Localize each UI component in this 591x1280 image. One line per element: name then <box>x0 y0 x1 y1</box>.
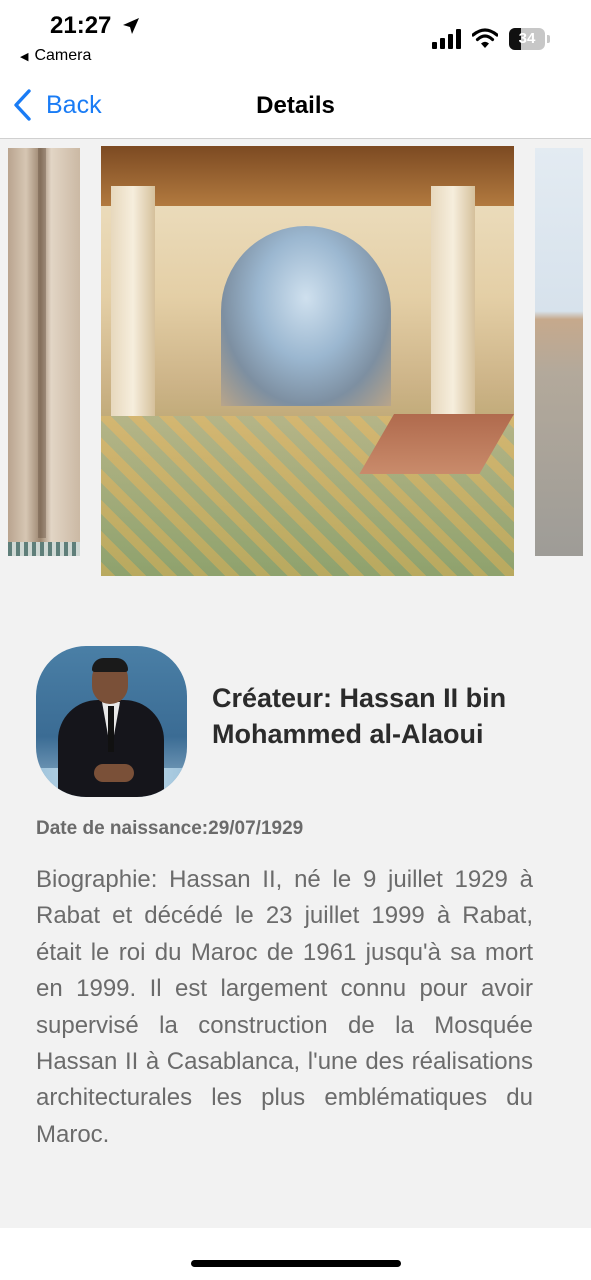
image-carousel[interactable] <box>0 139 591 589</box>
status-bar: 21:27 ◀ Camera 34 <box>0 0 591 72</box>
creator-name: Créateur: Hassan II bin Mohammed al-Alao… <box>212 683 507 749</box>
signal-icon <box>432 29 461 49</box>
status-time: 21:27 <box>50 12 112 39</box>
return-to-app-link[interactable]: ◀ Camera <box>20 47 91 65</box>
biography-text: Biographie: Hassan II, né le 9 juillet 1… <box>36 866 533 1148</box>
back-triangle-icon: ◀ <box>20 51 29 63</box>
return-app-label: Camera <box>34 47 92 64</box>
battery-percent: 34 <box>518 30 536 47</box>
creator-avatar <box>36 646 187 797</box>
navigation-bar: Back Details <box>0 72 591 139</box>
carousel-image-current[interactable] <box>101 146 514 576</box>
bottom-bar <box>0 1228 591 1280</box>
page-title: Details <box>256 92 335 119</box>
location-arrow-icon <box>123 18 139 34</box>
wifi-icon <box>472 28 498 48</box>
birth-date: Date de naissance:29/07/1929 <box>36 818 304 839</box>
battery-icon: 34 <box>509 28 551 50</box>
carousel-image-next[interactable] <box>535 148 583 556</box>
home-indicator[interactable] <box>191 1260 401 1267</box>
carousel-image-previous[interactable] <box>8 148 80 556</box>
